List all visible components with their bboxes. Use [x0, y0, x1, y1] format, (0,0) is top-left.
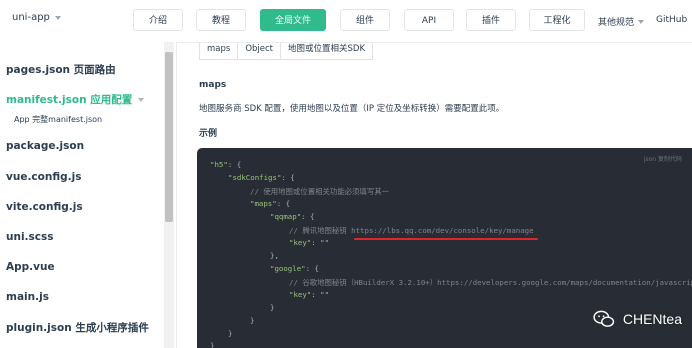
code-line: // 腾讯地图秘钥 https://lbs.qq.com/dev/console…: [289, 226, 534, 235]
table-row: maps Object 地图或位置相关SDK: [199, 42, 374, 60]
sidebar-item-vue-config[interactable]: vue.config.js: [6, 171, 81, 183]
sidebar-item-main-js[interactable]: main.js: [6, 291, 49, 303]
sidebar-item-plugin-json[interactable]: plugin.json 生成小程序插件: [6, 320, 149, 335]
nav-engineering[interactable]: 工程化: [529, 9, 585, 31]
top-navbar: uni-app 介绍 教程 全局文件 组件 API 插件 工程化 其他规范 Gi…: [0, 0, 692, 43]
red-underline-annotation: [354, 238, 538, 240]
brand-dropdown[interactable]: uni-app: [12, 12, 61, 23]
watermark: CHENtea: [593, 310, 682, 328]
code-line: "h5": {: [210, 160, 242, 169]
code-token: "google": [270, 264, 306, 273]
sidebar-item-pages-json[interactable]: pages.json 页面路由: [6, 62, 116, 77]
code-line: "maps": {: [250, 199, 291, 208]
code-token: "": [320, 238, 330, 247]
nav-tutorial[interactable]: 教程: [196, 9, 246, 31]
table-cell: 地图或位置相关SDK: [288, 44, 366, 54]
code-line: // 谷歌地图秘钥（HBuilderX 3.2.10+）https://deve…: [289, 278, 692, 287]
code-line: "google": {: [270, 264, 319, 273]
sidebar-item-app-vue[interactable]: App.vue: [6, 261, 55, 273]
sidebar-item-manifest-json[interactable]: manifest.json 应用配置: [6, 92, 145, 107]
code-line: "qqmap": {: [270, 212, 315, 221]
code-line: }: [250, 316, 255, 325]
code-token: "qqmap": [270, 212, 302, 221]
nav-intro[interactable]: 介绍: [133, 9, 183, 31]
nav-github[interactable]: GitHub: [656, 15, 687, 25]
section-description: 地图服务商 SDK 配置，使用地图以及位置（IP 定位及坐标转换）需要配置此项。: [199, 104, 505, 114]
code-block: json 复制代码 "h5": { "sdkConfigs": { // 使用地…: [197, 148, 692, 348]
code-token: "": [320, 290, 330, 299]
code-line: // 使用地图或位置相关功能必须填写其一: [250, 187, 389, 196]
code-token: "maps": [250, 199, 277, 208]
chevron-down-icon: [138, 97, 145, 102]
nav-api[interactable]: API: [404, 9, 454, 31]
code-line: "key": "": [289, 290, 330, 299]
sidebar-item-label: manifest.json 应用配置: [6, 94, 133, 106]
code-token: "sdkConfigs": [228, 173, 282, 182]
sidebar: pages.json 页面路由 manifest.json 应用配置 App 完…: [0, 42, 177, 348]
table-cell: maps: [200, 42, 239, 59]
main-content: maps Object 地图或位置相关SDK maps 地图服务商 SDK 配置…: [177, 42, 692, 348]
nav-plugins[interactable]: 插件: [466, 9, 516, 31]
chevron-down-icon: [54, 15, 61, 20]
nav-components[interactable]: 组件: [340, 9, 390, 31]
nav-more-label: 其他规范: [598, 18, 635, 28]
code-token: "key": [289, 238, 312, 247]
section-heading: maps: [199, 80, 227, 90]
sidebar-item-uni-scss[interactable]: uni.scss: [6, 231, 54, 243]
brand-label: uni-app: [12, 12, 50, 23]
code-line: }: [270, 303, 275, 312]
watermark-text: CHENtea: [622, 311, 682, 327]
nav-more-dropdown[interactable]: 其他规范: [598, 15, 645, 28]
wechat-icon: [593, 310, 615, 327]
code-token: "h5": [210, 160, 228, 169]
example-heading: 示例: [199, 129, 218, 139]
sidebar-item-package-json[interactable]: package.json: [6, 140, 84, 152]
sidebar-scrollbar-thumb[interactable]: [165, 52, 173, 222]
sidebar-subitem-app-manifest[interactable]: App 完整manifest.json: [14, 114, 102, 125]
code-copy-button[interactable]: json 复制代码: [644, 154, 682, 163]
nav-global-files[interactable]: 全局文件: [260, 9, 326, 31]
sidebar-item-vite-config[interactable]: vite.config.js: [6, 201, 83, 213]
code-line: }: [210, 341, 215, 348]
code-token: "key": [289, 290, 312, 299]
chevron-down-icon: [638, 19, 645, 24]
code-line: "key": "": [289, 238, 330, 247]
code-line: },: [270, 251, 279, 260]
code-line: }: [228, 329, 233, 338]
table-cell: Object: [238, 42, 282, 59]
code-line: "sdkConfigs": {: [228, 173, 295, 182]
